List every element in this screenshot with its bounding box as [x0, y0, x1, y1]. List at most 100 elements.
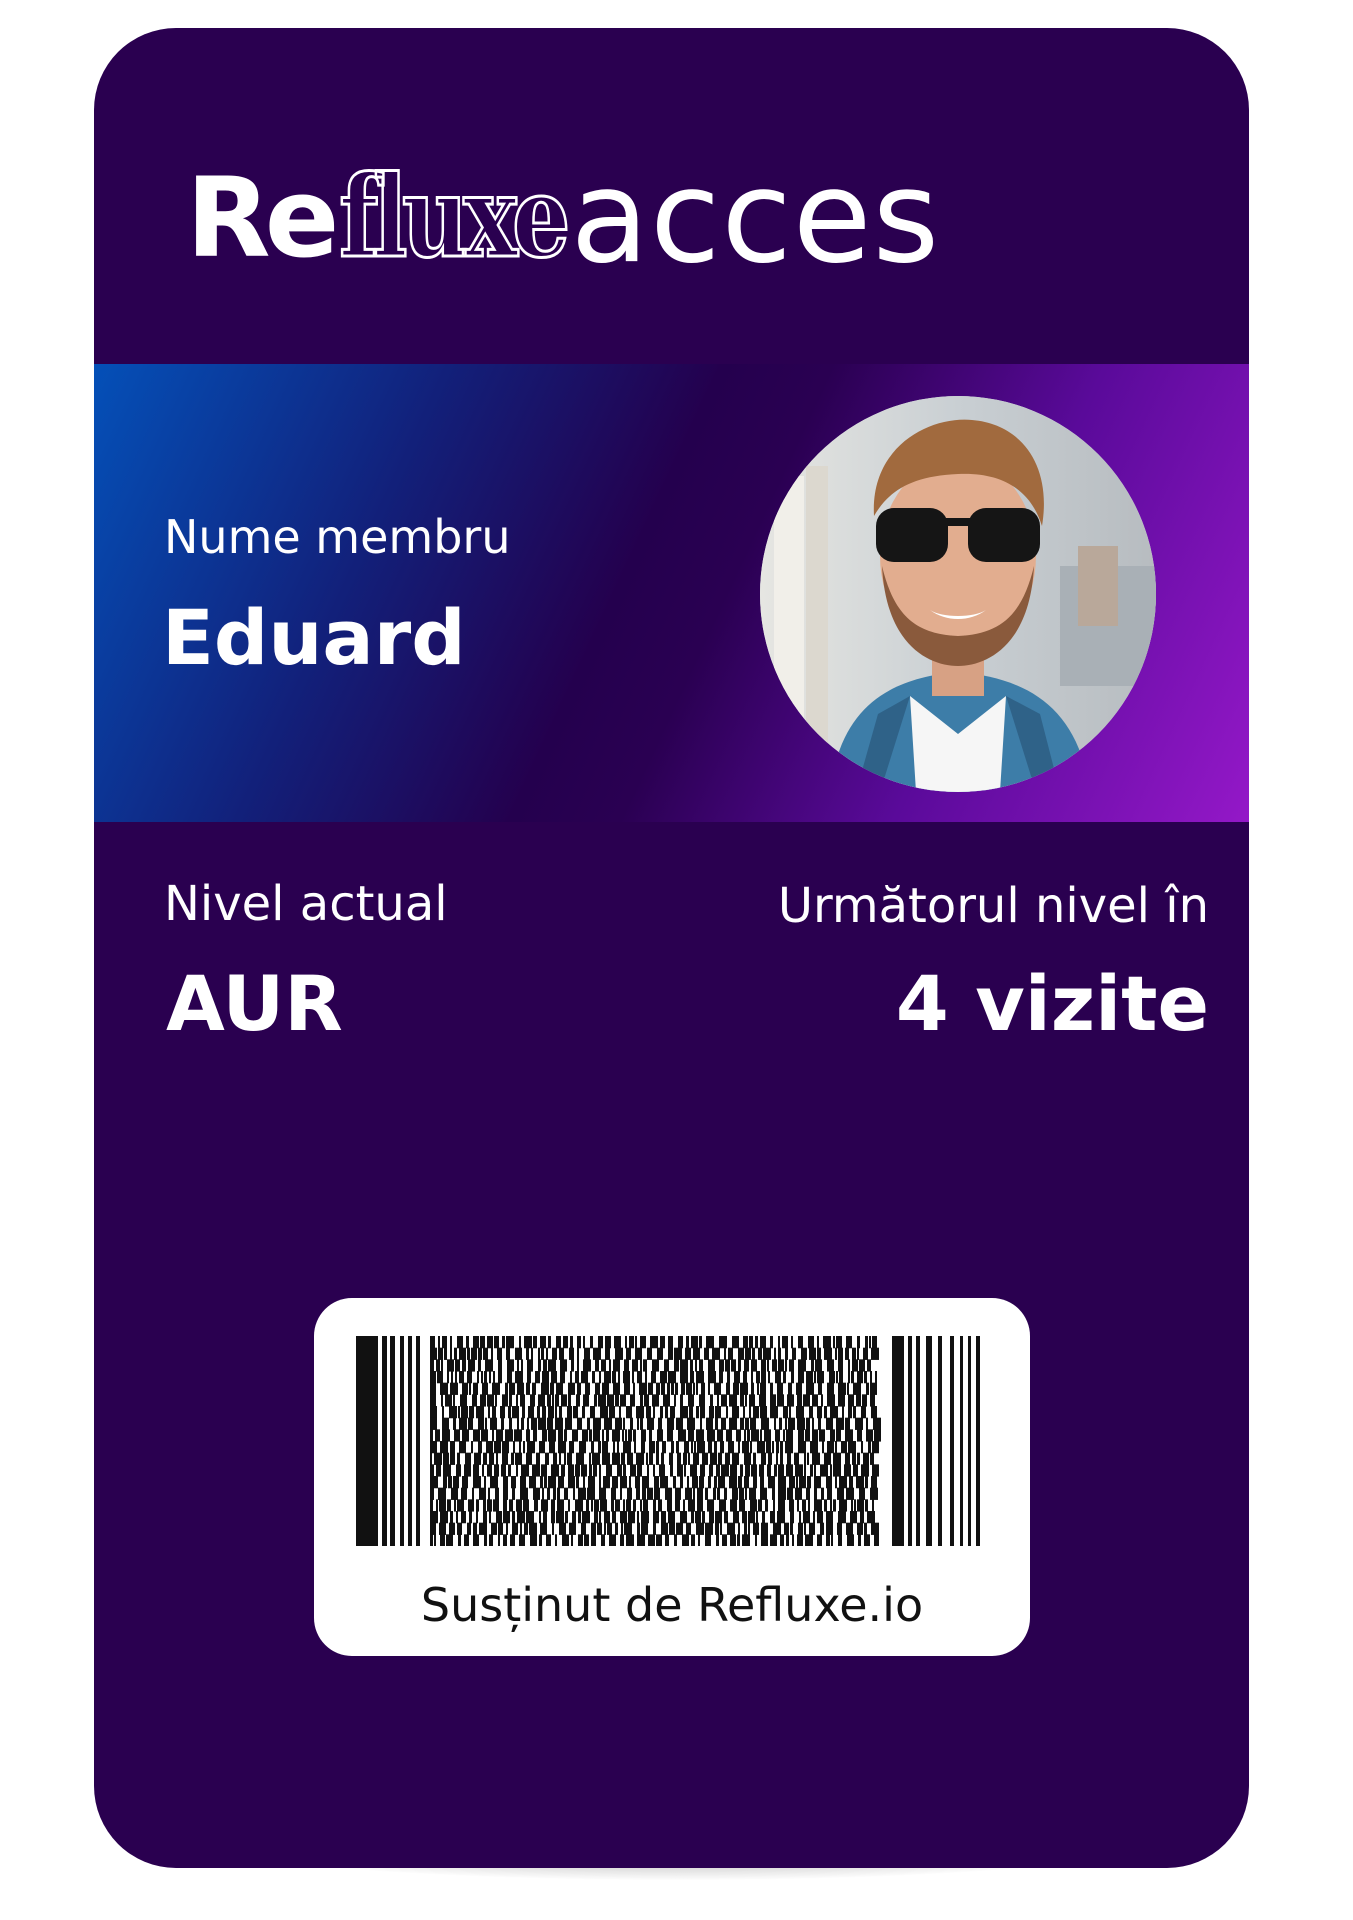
current-level-value: AUR — [166, 959, 343, 1048]
barcode-module — [710, 1394, 713, 1407]
barcode-module — [438, 1487, 446, 1500]
barcode-module — [872, 1499, 874, 1512]
barcode-module — [457, 1522, 462, 1535]
barcode-module — [436, 1464, 441, 1477]
barcode-module — [575, 1464, 580, 1477]
barcode-module — [677, 1452, 681, 1465]
barcode-module — [430, 1359, 434, 1372]
barcode-module — [443, 1464, 451, 1477]
barcode-module — [478, 1417, 484, 1430]
barcode-module — [620, 1394, 626, 1407]
barcode-module — [812, 1452, 820, 1465]
barcode-module — [795, 1487, 802, 1500]
barcode-module — [639, 1382, 647, 1395]
barcode-module — [459, 1441, 466, 1454]
barcode-module — [687, 1417, 695, 1430]
barcode-module — [768, 1452, 772, 1465]
barcode-module — [516, 1464, 518, 1477]
barcode-module — [647, 1464, 649, 1477]
barcode-module — [859, 1359, 865, 1372]
barcode-module — [851, 1371, 854, 1384]
brand-logo: Re fluxe acces — [186, 123, 940, 313]
barcode-module — [669, 1452, 673, 1465]
member-name-label: Nume membru — [164, 510, 511, 564]
barcode-module — [968, 1336, 971, 1546]
barcode-module — [796, 1406, 804, 1419]
barcode-module — [626, 1534, 634, 1546]
barcode-module — [630, 1464, 636, 1477]
barcode-module — [693, 1452, 699, 1465]
barcode-module — [709, 1511, 714, 1524]
barcode-module — [797, 1394, 802, 1407]
barcode-module — [810, 1464, 813, 1477]
barcode-module — [857, 1522, 863, 1535]
barcode-module — [827, 1359, 834, 1372]
barcode-module — [823, 1336, 831, 1349]
barcode-module — [812, 1417, 814, 1430]
barcode-module — [604, 1522, 606, 1535]
barcode-module — [483, 1347, 488, 1360]
barcode-module — [611, 1487, 616, 1500]
barcode-module — [619, 1406, 621, 1419]
barcode-module — [628, 1511, 635, 1524]
barcode-module — [434, 1534, 436, 1546]
barcode-module — [587, 1487, 595, 1500]
barcode-module — [442, 1336, 447, 1349]
barcode-module — [789, 1406, 791, 1419]
barcode-module — [457, 1452, 460, 1465]
barcode-module — [824, 1347, 832, 1360]
barcode-module — [724, 1347, 726, 1360]
barcode-module — [513, 1441, 515, 1454]
barcode-module — [641, 1522, 648, 1535]
barcode-module — [686, 1382, 692, 1395]
barcode-module — [680, 1406, 688, 1419]
barcode-module — [570, 1371, 572, 1384]
barcode-module — [699, 1336, 702, 1349]
barcode-module — [653, 1464, 655, 1477]
barcode-module — [602, 1441, 608, 1454]
barcode-module — [861, 1406, 866, 1419]
barcode-module — [846, 1336, 852, 1349]
barcode-module — [693, 1487, 695, 1500]
barcode-module — [622, 1429, 624, 1442]
barcode-module — [852, 1347, 856, 1360]
barcode-module — [867, 1511, 875, 1524]
barcode-module — [720, 1522, 722, 1535]
barcode-module — [761, 1522, 768, 1535]
barcode-module — [562, 1534, 569, 1546]
barcode-module — [777, 1382, 783, 1395]
barcode-module — [478, 1347, 482, 1360]
barcode-module — [809, 1406, 813, 1419]
barcode-module — [667, 1499, 672, 1512]
barcode-module — [437, 1371, 443, 1384]
barcode-module — [698, 1534, 700, 1546]
barcode-module — [814, 1476, 821, 1489]
barcode-module — [454, 1429, 460, 1442]
barcode-module — [565, 1417, 572, 1430]
barcode-module — [569, 1522, 576, 1535]
barcode-module — [599, 1511, 601, 1524]
barcode-module — [382, 1336, 387, 1546]
barcode-module — [750, 1499, 757, 1512]
pdf417-barcode[interactable] — [356, 1336, 988, 1546]
barcode-module — [450, 1336, 452, 1349]
barcode-module — [661, 1522, 668, 1535]
barcode-module — [487, 1464, 492, 1477]
barcode-module — [444, 1347, 447, 1360]
barcode-module — [480, 1394, 486, 1407]
barcode-module — [649, 1441, 655, 1454]
barcode-module — [737, 1534, 740, 1546]
barcode-module — [779, 1417, 782, 1430]
barcode-module — [612, 1371, 616, 1384]
barcode-module — [604, 1417, 612, 1430]
barcode-module — [400, 1336, 404, 1546]
barcode-module — [859, 1487, 865, 1500]
barcode-module — [646, 1452, 648, 1465]
barcode-module — [668, 1347, 673, 1360]
barcode-module — [738, 1347, 744, 1360]
barcode-module — [700, 1464, 705, 1477]
barcode-module — [826, 1476, 832, 1489]
barcode-module — [416, 1336, 420, 1546]
barcode-module — [582, 1406, 585, 1419]
barcode-module — [465, 1452, 471, 1465]
